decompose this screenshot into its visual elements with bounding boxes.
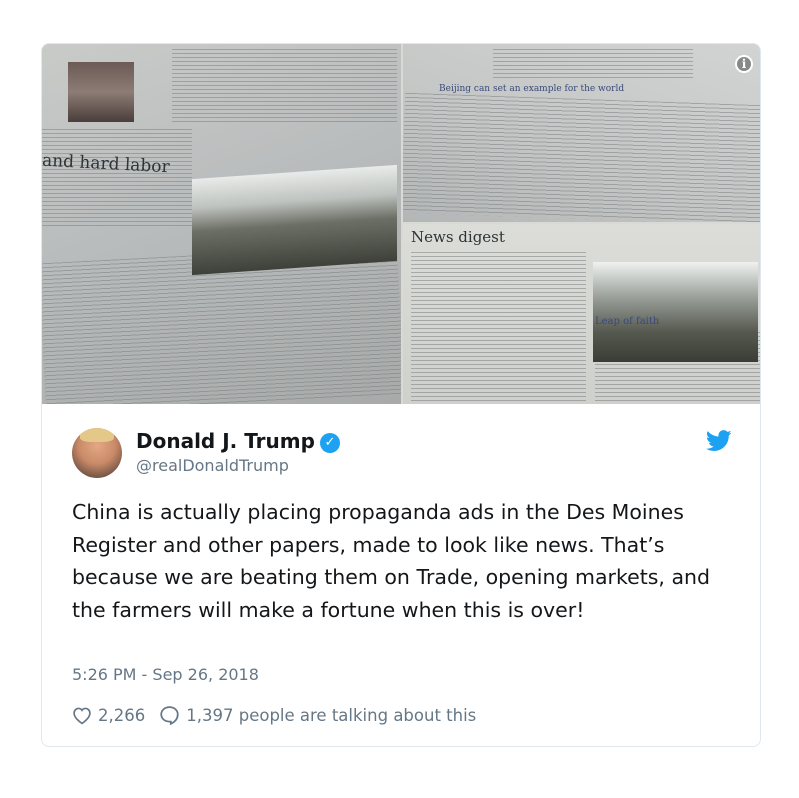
newspaper-text-block bbox=[493, 49, 693, 79]
newspaper-text-block bbox=[403, 92, 760, 222]
newspaper-caption: Leap of faith bbox=[595, 316, 660, 327]
newspaper-headline: News digest bbox=[411, 228, 505, 246]
embedded-tweet-card[interactable]: and hard labor Beijing can set an exampl… bbox=[41, 43, 761, 747]
author-handle[interactable]: @realDonaldTrump bbox=[136, 456, 289, 475]
twitter-bird-icon[interactable] bbox=[706, 430, 732, 452]
newspaper-headline: Beijing can set an example for the world bbox=[439, 84, 625, 94]
newspaper-text-block bbox=[42, 129, 192, 229]
newspaper-mountain-photo bbox=[593, 262, 758, 362]
like-button[interactable]: 2,266 bbox=[72, 706, 145, 725]
media-photo-1[interactable]: and hard labor bbox=[42, 44, 401, 404]
author-name-row[interactable]: Donald J. Trump ✓ bbox=[136, 429, 340, 453]
author-name[interactable]: Donald J. Trump bbox=[136, 429, 315, 453]
tweet-actions: 2,266 1,397 people are talking about thi… bbox=[72, 703, 476, 727]
newspaper-text-block bbox=[172, 49, 397, 124]
heart-icon bbox=[73, 707, 91, 724]
reply-button[interactable]: 1,397 people are talking about this bbox=[159, 705, 476, 725]
newspaper-text-block bbox=[411, 252, 586, 402]
tweet-header: Donald J. Trump ✓ @realDonaldTrump bbox=[72, 428, 732, 480]
avatar[interactable] bbox=[72, 428, 122, 478]
newspaper-landscape-photo bbox=[192, 164, 397, 276]
like-count: 2,266 bbox=[98, 705, 146, 725]
media-photo-3[interactable]: News digest Leap of faith bbox=[403, 224, 760, 404]
tweet-media-grid[interactable]: and hard labor Beijing can set an exampl… bbox=[42, 44, 760, 404]
verified-badge-icon: ✓ bbox=[319, 433, 340, 453]
speech-bubble-icon bbox=[160, 706, 179, 725]
tweet-text: China is actually placing propaganda ads… bbox=[72, 500, 711, 622]
talking-about-label: 1,397 people are talking about this bbox=[186, 705, 477, 725]
media-photo-2[interactable]: Beijing can set an example for the world… bbox=[403, 44, 760, 222]
newspaper-photo bbox=[68, 62, 134, 122]
info-icon[interactable]: i bbox=[735, 55, 753, 73]
tweet-timestamp[interactable]: 5:26 PM - Sep 26, 2018 bbox=[72, 665, 259, 684]
